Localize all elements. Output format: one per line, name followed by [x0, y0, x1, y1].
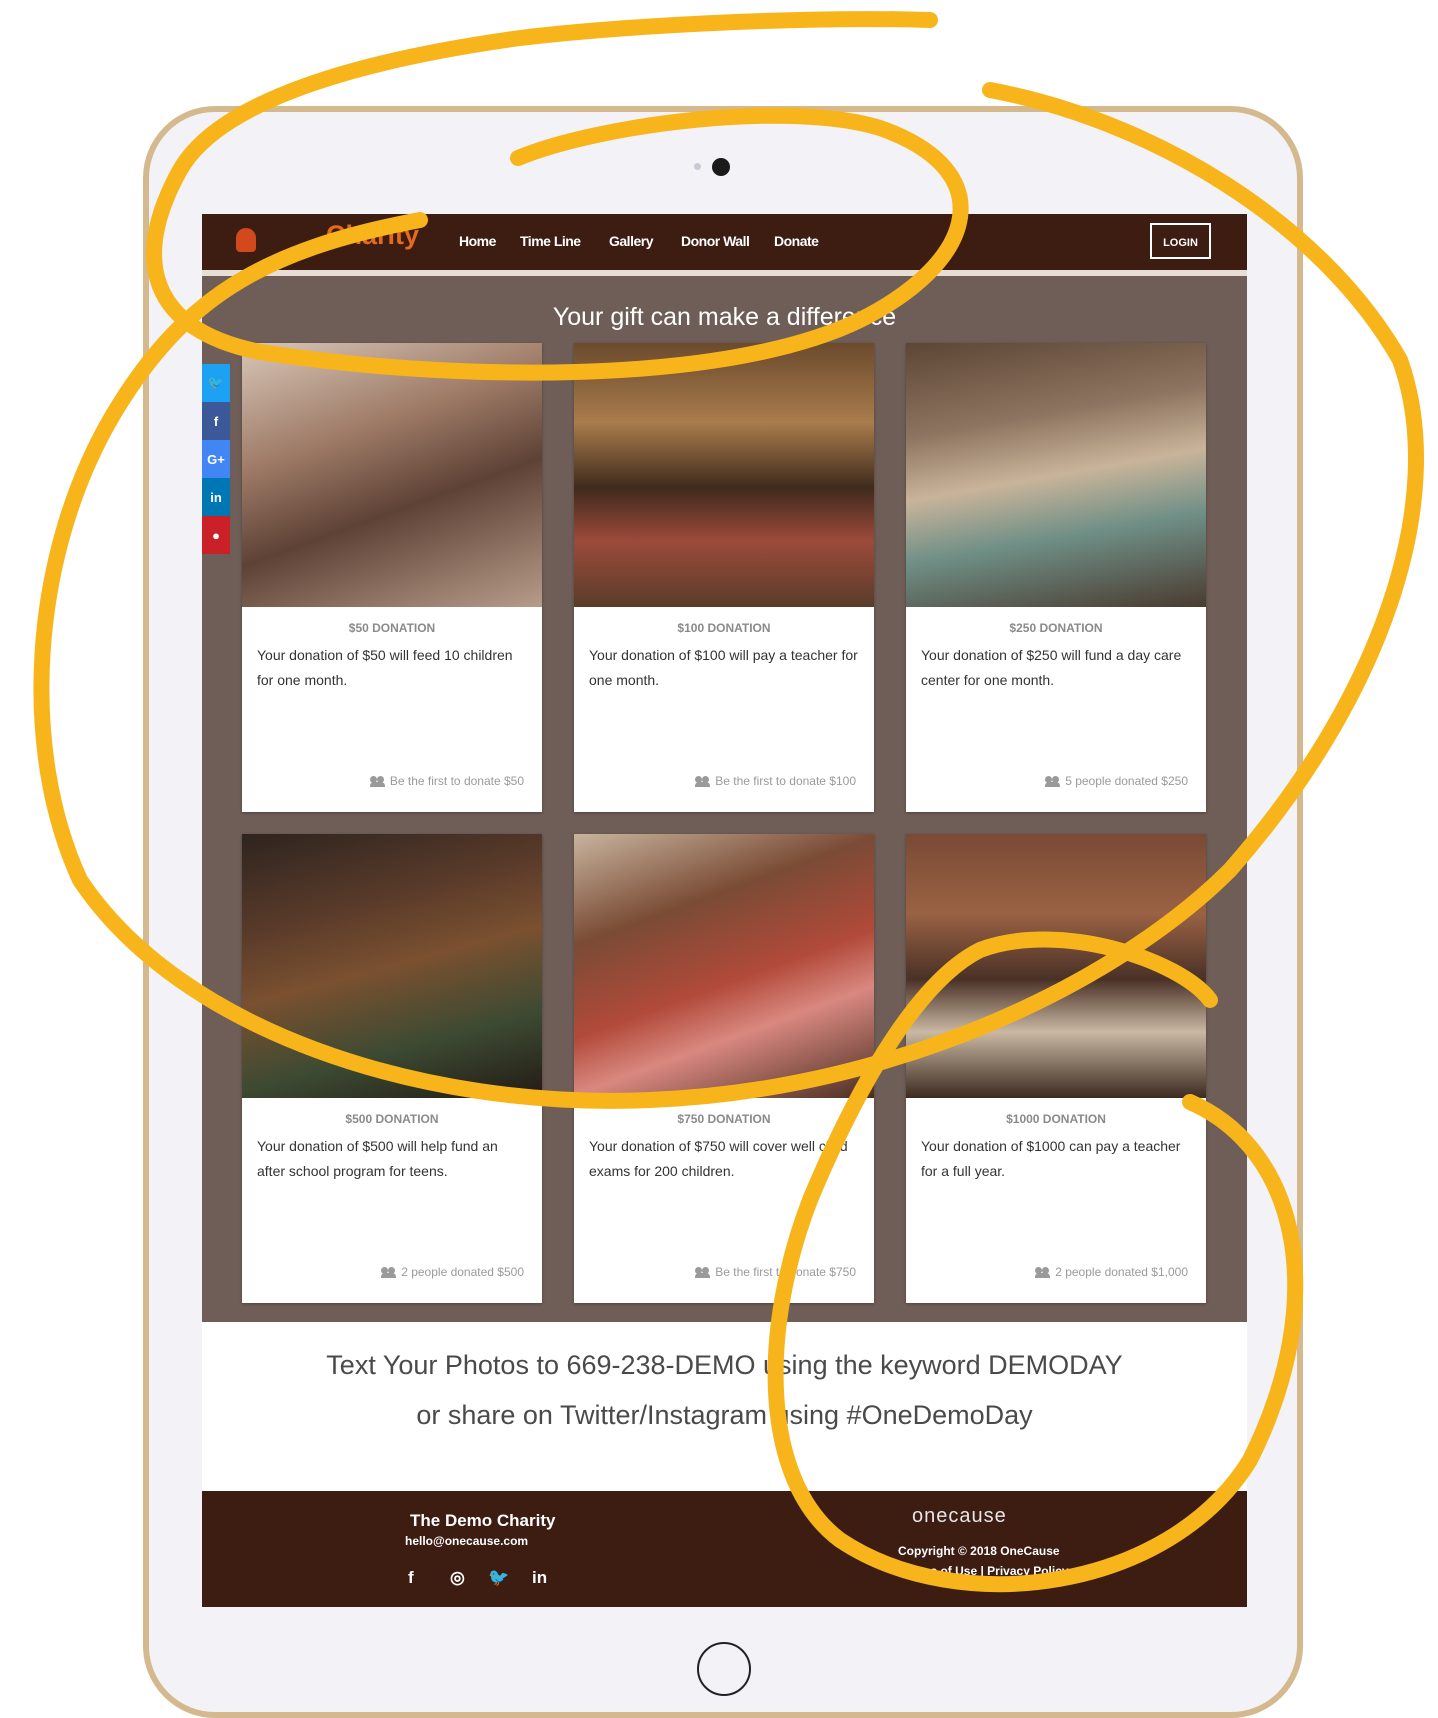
card-text: Your donation of $750 will cover well ch…: [589, 1138, 848, 1179]
nav-donate[interactable]: Donate: [774, 233, 819, 249]
donor-count: Be the first to donate $750: [715, 1265, 856, 1279]
card-title: $100 DONATION: [677, 621, 771, 635]
card-photo: [242, 343, 542, 607]
nav-timeline[interactable]: Time Line: [520, 233, 581, 249]
card-photo: [574, 343, 874, 607]
share-line: or share on Twitter/Instagram using #One…: [416, 1400, 1033, 1430]
home-button[interactable]: [697, 1642, 751, 1696]
screen: Charity Home Time Line Gallery Donor Wal…: [202, 214, 1247, 1607]
donor-count: Be the first to donate $100: [715, 774, 856, 788]
donation-card[interactable]: $500 DONATION Your donation of $500 will…: [242, 834, 542, 1303]
card-photo: [574, 834, 874, 1098]
card-footer: Be the first to donate $750: [695, 1265, 856, 1279]
donation-card[interactable]: $50 DONATION Your donation of $50 will f…: [242, 343, 542, 812]
people-icon: [1045, 776, 1061, 787]
card-text: Your donation of $500 will help fund an …: [257, 1138, 498, 1179]
copyright: Copyright © 2018 OneCause: [898, 1544, 1060, 1558]
linkedin-icon[interactable]: in: [532, 1568, 547, 1588]
card-title: $250 DONATION: [1009, 621, 1103, 635]
camera: [712, 158, 730, 176]
people-icon: [1035, 1267, 1051, 1278]
nav-donor-wall[interactable]: Donor Wall: [681, 233, 750, 249]
card-photo: [242, 834, 542, 1098]
twitter-icon[interactable]: 🐦: [202, 364, 230, 402]
card-title: $750 DONATION: [677, 1112, 771, 1126]
card-title: $1000 DONATION: [1006, 1112, 1106, 1126]
donation-card[interactable]: $100 DONATION Your donation of $100 will…: [574, 343, 874, 812]
people-icon: [695, 1267, 711, 1278]
sensor-dot: [694, 163, 701, 170]
footer: The Demo Charity hello@onecause.com f ◎ …: [202, 1491, 1247, 1607]
login-button[interactable]: LOGIN: [1150, 223, 1211, 259]
card-text: Your donation of $50 will feed 10 childr…: [257, 647, 513, 688]
card-text: Your donation of $100 will pay a teacher…: [589, 647, 858, 688]
google-plus-icon[interactable]: G+: [202, 440, 230, 478]
facebook-icon[interactable]: f: [408, 1568, 414, 1588]
card-text: Your donation of $250 will fund a day ca…: [921, 647, 1182, 688]
card-footer: 2 people donated $500: [381, 1265, 524, 1279]
onecause-logo[interactable]: onecause: [912, 1505, 1007, 1528]
people-icon: [369, 776, 385, 787]
logo-icon[interactable]: [236, 228, 256, 252]
page-title: Your gift can make a difference: [552, 303, 897, 331]
org-email[interactable]: hello@onecause.com: [405, 1534, 528, 1548]
org-name: The Demo Charity: [410, 1511, 556, 1530]
text-photos-line: Text Your Photos to 669-238-DEMO using t…: [326, 1350, 1123, 1380]
donation-gallery: Your gift can make a difference 🐦 f G+ i…: [202, 276, 1247, 1322]
donor-count: 5 people donated $250: [1065, 774, 1188, 788]
terms-privacy-links[interactable]: Terms of Use | Privacy Policy: [902, 1564, 1069, 1578]
social-share-bar: 🐦 f G+ in ●: [202, 364, 230, 554]
card-text: Your donation of $1000 can pay a teacher…: [921, 1138, 1181, 1179]
card-footer: 5 people donated $250: [1045, 774, 1188, 788]
linkedin-icon[interactable]: in: [202, 478, 230, 516]
donor-count: 2 people donated $500: [401, 1265, 524, 1279]
people-icon: [381, 1267, 397, 1278]
card-footer: Be the first to donate $50: [369, 774, 524, 788]
navbar: Charity Home Time Line Gallery Donor Wal…: [202, 214, 1247, 276]
donation-card[interactable]: $1000 DONATION Your donation of $1000 ca…: [906, 834, 1206, 1303]
text-photos-section: Text Your Photos to 669-238-DEMO using t…: [202, 1322, 1247, 1505]
nav-home[interactable]: Home: [459, 233, 496, 249]
pinterest-icon[interactable]: ●: [202, 516, 230, 554]
card-photo: [906, 834, 1206, 1098]
card-footer: 2 people donated $1,000: [1035, 1265, 1188, 1279]
card-footer: Be the first to donate $100: [695, 774, 856, 788]
instagram-icon[interactable]: ◎: [450, 1568, 465, 1588]
donation-card[interactable]: $750 DONATION Your donation of $750 will…: [574, 834, 874, 1303]
donor-count: 2 people donated $1,000: [1055, 1265, 1188, 1279]
nav-gallery[interactable]: Gallery: [609, 233, 653, 249]
card-photo: [906, 343, 1206, 607]
donor-count: Be the first to donate $50: [389, 774, 524, 788]
donation-card[interactable]: $250 DONATION Your donation of $250 will…: [906, 343, 1206, 812]
brand-name[interactable]: Charity: [326, 220, 419, 251]
card-title: $500 DONATION: [345, 1112, 439, 1126]
people-icon: [695, 776, 711, 787]
card-title: $50 DONATION: [348, 621, 436, 635]
facebook-icon[interactable]: f: [202, 402, 230, 440]
twitter-icon[interactable]: 🐦: [488, 1568, 509, 1588]
